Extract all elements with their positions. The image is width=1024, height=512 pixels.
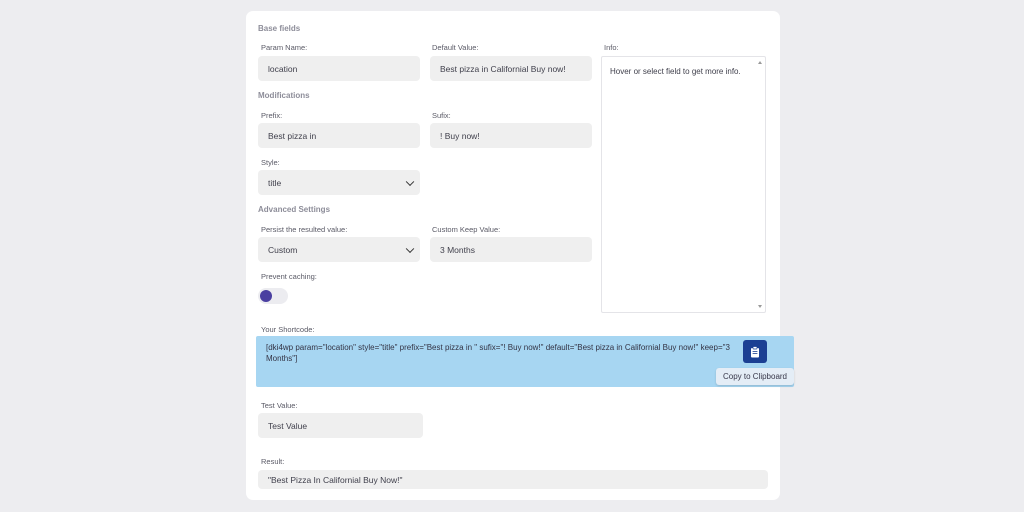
chevron-down-icon xyxy=(405,177,415,186)
style-select[interactable]: title xyxy=(258,170,420,195)
sufix-label: Sufix: xyxy=(432,111,451,120)
prevent-caching-toggle[interactable] xyxy=(258,288,288,304)
prefix-label: Prefix: xyxy=(261,111,283,120)
info-label: Info: xyxy=(604,43,619,52)
result-field: "Best Pizza In Californial Buy Now!" xyxy=(258,470,768,489)
result-label: Result: xyxy=(261,457,285,466)
default-value-input[interactable]: Best pizza in Californial Buy now! xyxy=(430,56,592,81)
advanced-settings-heading: Advanced Settings xyxy=(258,205,331,214)
style-select-value: title xyxy=(268,177,282,188)
scroll-down-arrow-icon[interactable] xyxy=(758,305,762,308)
shortcode-text: [dki4wp param="location" style="title" p… xyxy=(266,343,730,363)
scroll-up-arrow-icon[interactable] xyxy=(758,61,762,64)
test-value-input[interactable]: Test Value xyxy=(258,413,423,438)
shortcode-box[interactable]: [dki4wp param="location" style="title" p… xyxy=(256,336,794,387)
info-panel[interactable]: Hover or select field to get more info. xyxy=(601,56,766,313)
persist-label: Persist the resulted value: xyxy=(261,225,348,234)
style-label: Style: xyxy=(261,158,280,167)
shortcode-label: Your Shortcode: xyxy=(261,325,315,334)
toggle-knob xyxy=(260,290,272,302)
custom-keep-input[interactable]: 3 Months xyxy=(430,237,592,262)
default-value-label: Default Value: xyxy=(432,43,479,52)
sufix-input[interactable]: ! Buy now! xyxy=(430,123,592,148)
copy-tooltip: Copy to Clipboard xyxy=(716,368,794,385)
chevron-down-icon xyxy=(405,244,415,253)
clipboard-icon xyxy=(751,345,759,357)
prefix-input[interactable]: Best pizza in xyxy=(258,123,420,148)
base-fields-heading: Base fields xyxy=(258,24,301,33)
persist-select-value: Custom xyxy=(268,244,298,255)
param-name-label: Param Name: xyxy=(261,43,308,52)
copy-to-clipboard-button[interactable] xyxy=(743,340,767,363)
info-text: Hover or select field to get more info. xyxy=(610,67,741,76)
test-value-label: Test Value: xyxy=(261,401,298,410)
modifications-heading: Modifications xyxy=(258,91,310,100)
param-name-input[interactable]: location xyxy=(258,56,420,81)
shortcode-builder-card: Base fields Param Name: location Default… xyxy=(246,11,794,500)
custom-keep-label: Custom Keep Value: xyxy=(432,225,501,234)
persist-select[interactable]: Custom xyxy=(258,237,420,262)
prevent-caching-label: Prevent caching: xyxy=(261,272,317,281)
